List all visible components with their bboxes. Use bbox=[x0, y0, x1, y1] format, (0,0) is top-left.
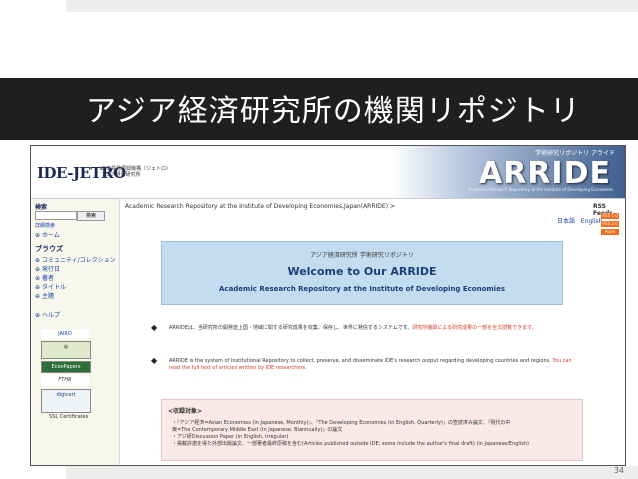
bullet-icon: ⊕ bbox=[35, 266, 42, 273]
browse-item-date[interactable]: ⊕ 発行日 bbox=[35, 264, 60, 273]
browse-item-label: 発行日 bbox=[41, 266, 60, 273]
browse-item-label: コミュニティ/コレクション bbox=[41, 257, 116, 264]
intro-paragraph-en: ARRIDE is the system of Institutional Re… bbox=[169, 358, 573, 372]
welcome-subtitle: Academic Research Repository at the Inst… bbox=[219, 285, 505, 293]
browse-item-subject[interactable]: ⊕ 主題 bbox=[35, 291, 54, 300]
browse-item-label: タイトル bbox=[41, 284, 66, 291]
browse-item-title[interactable]: ⊕ タイトル bbox=[35, 282, 66, 291]
ftr-badge[interactable]: FTHR bbox=[41, 375, 89, 385]
diamond-bullet-icon: ◆ bbox=[151, 323, 158, 332]
rss-1-button[interactable]: RSS 1.0 bbox=[601, 213, 619, 219]
econpapers-badge[interactable]: EconPapers bbox=[41, 361, 91, 373]
digicert-badge[interactable]: digicert bbox=[41, 389, 91, 413]
logo-subtitle-line-2: アジア経済研究所 bbox=[101, 172, 141, 178]
bullet-icon: ⊕ bbox=[35, 284, 42, 291]
help-link[interactable]: ⊕ ヘルプ bbox=[35, 310, 60, 319]
breadcrumb[interactable]: Academic Research Repository at the Inst… bbox=[125, 203, 395, 210]
scope-line-4: ・掲載許諾を得た外部出版論文、一部著者最終原稿を含む(Articles publ… bbox=[172, 441, 529, 447]
scope-line-3: ・アジ研Discussion Paper (in English, Irregu… bbox=[172, 434, 289, 440]
bullet-icon: ⊕ bbox=[35, 275, 42, 282]
bullet-icon: ⊕ bbox=[35, 293, 42, 300]
intro-text-jp: ARRIDEは、当研究所の開発途上国・地域に関する研究成果を収集、保存し、世界に… bbox=[169, 325, 413, 331]
intro-paragraph-jp: ARRIDEは、当研究所の開発途上国・地域に関する研究成果を収集、保存し、世界に… bbox=[169, 325, 573, 332]
arride-logo[interactable]: ARRIDE bbox=[479, 156, 611, 191]
bullet-icon: ⊕ bbox=[35, 257, 42, 264]
site-header: IDE-JETRO 日本貿易振興機構（ジェトロ） アジア経済研究所 学術研究リポ… bbox=[31, 146, 625, 199]
home-link-label: ホーム bbox=[41, 232, 60, 239]
bullet-icon: ⊕ bbox=[35, 312, 42, 319]
jairo-badge[interactable]: JAIRO bbox=[41, 329, 89, 339]
oai-badge[interactable]: ◎ bbox=[41, 341, 91, 359]
logo-subtitle: 日本貿易振興機構（ジェトロ） アジア経済研究所 bbox=[101, 166, 181, 178]
website-screenshot: IDE-JETRO 日本貿易振興機構（ジェトロ） アジア経済研究所 学術研究リポ… bbox=[30, 145, 626, 466]
collection-scope-box: <収録対象> ・『アジア経済=Asian Economies (in Japan… bbox=[161, 399, 583, 461]
search-heading: 検索 bbox=[35, 204, 48, 211]
sidebar: 検索 検索 詳細検索 ⊕ ホーム ブラウズ ⊕ コミュニティ/コレクション ⊕ … bbox=[31, 199, 120, 465]
browse-item-author[interactable]: ⊕ 著者 bbox=[35, 273, 54, 282]
collection-scope-heading: <収録対象> bbox=[168, 408, 203, 415]
bullet-icon: ⊕ bbox=[35, 232, 42, 239]
lang-en-link[interactable]: English bbox=[581, 218, 603, 225]
arride-banner: 学術研究リポジトリ アライド ARRIDE Academic Research … bbox=[391, 146, 625, 198]
browse-item-label: 著者 bbox=[41, 275, 54, 282]
lang-ja-link[interactable]: 日本語 bbox=[557, 218, 575, 225]
welcome-title: Welcome to Our ARRIDE bbox=[287, 265, 437, 278]
slide-title: アジア経済研究所の機関リポジトリ bbox=[86, 94, 581, 129]
banner-subtitle: Academic Research Repository at the Inst… bbox=[468, 187, 613, 192]
slide-number: 34 bbox=[613, 466, 624, 475]
intro-text-en: ARRIDE is the system of Institutional Re… bbox=[169, 358, 551, 364]
advanced-search-link[interactable]: 詳細検索 bbox=[35, 222, 55, 229]
browse-heading: ブラウズ bbox=[35, 245, 63, 253]
ssl-certificates-label: SSL Certificates bbox=[49, 414, 89, 420]
oai-icon: ◎ bbox=[63, 344, 69, 350]
scope-line-2: 東=The Contemporary Middle East (in Japan… bbox=[172, 427, 343, 433]
rss-2-button[interactable]: RSS 2.0 bbox=[601, 221, 619, 227]
browse-item-label: 主題 bbox=[41, 293, 54, 300]
diamond-bullet-icon: ◆ bbox=[151, 356, 158, 365]
scope-line-1: ・『アジア経済=Asian Economies (in Japanese, Mo… bbox=[172, 420, 511, 426]
search-button[interactable]: 検索 bbox=[77, 211, 105, 221]
search-input[interactable] bbox=[35, 211, 77, 220]
slide-bottom-band bbox=[66, 466, 638, 479]
main-content: Academic Research Repository at the Inst… bbox=[121, 199, 625, 465]
home-link[interactable]: ⊕ ホーム bbox=[35, 230, 60, 239]
atom-button[interactable]: Atom bbox=[601, 229, 619, 235]
intro-link-jp[interactable]: 研究所機関による研究成果の一部を全文閲覧できます。 bbox=[412, 325, 536, 331]
welcome-japanese: アジア経済研究所 学術研究リポジトリ bbox=[310, 252, 414, 259]
help-link-label: ヘルプ bbox=[41, 312, 60, 319]
browse-item-communities[interactable]: ⊕ コミュニティ/コレクション bbox=[35, 255, 116, 264]
welcome-box: アジア経済研究所 学術研究リポジトリ Welcome to Our ARRIDE… bbox=[161, 241, 563, 305]
language-switch: 日本語 English bbox=[557, 216, 602, 225]
slide-top-band bbox=[66, 0, 638, 12]
